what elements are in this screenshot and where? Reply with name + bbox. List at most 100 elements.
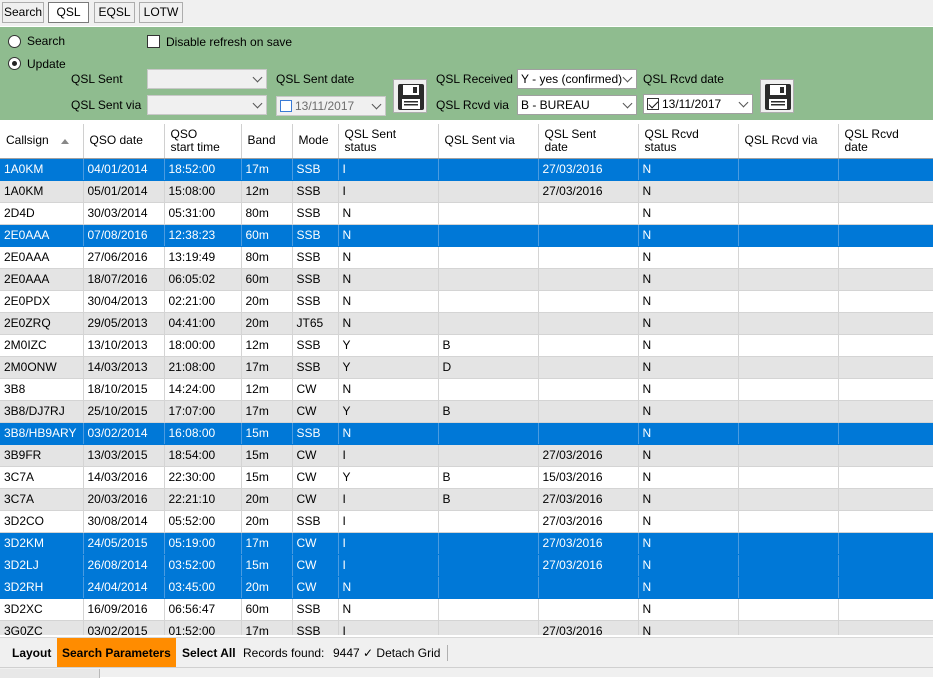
table-cell[interactable]: 27/03/2016: [538, 510, 639, 533]
table-cell[interactable]: 12m: [241, 334, 293, 357]
table-cell[interactable]: 27/03/2016: [538, 444, 639, 467]
table-cell[interactable]: N: [638, 290, 739, 313]
table-cell[interactable]: I: [338, 620, 439, 635]
table-cell[interactable]: 3D2KM: [0, 532, 84, 555]
table-cell[interactable]: N: [638, 620, 739, 635]
column-header-3[interactable]: Band: [241, 124, 293, 159]
table-cell[interactable]: [738, 510, 839, 533]
table-cell[interactable]: 30/04/2013: [83, 290, 165, 313]
table-cell[interactable]: [538, 378, 639, 401]
table-cell[interactable]: N: [338, 202, 439, 225]
table-cell[interactable]: 29/05/2013: [83, 312, 165, 335]
table-cell[interactable]: [738, 246, 839, 269]
table-cell[interactable]: 13/03/2015: [83, 444, 165, 467]
table-cell[interactable]: N: [638, 554, 739, 577]
table-cell[interactable]: N: [638, 466, 739, 489]
table-cell[interactable]: 15/03/2016: [538, 466, 639, 489]
table-cell[interactable]: 30/03/2014: [83, 202, 165, 225]
table-cell[interactable]: N: [338, 290, 439, 313]
table-cell[interactable]: 20m: [241, 312, 293, 335]
table-cell[interactable]: [838, 202, 933, 225]
table-cell[interactable]: 05:52:00: [164, 510, 242, 533]
column-header-10[interactable]: QSL Rcvd date: [838, 124, 933, 159]
search-mode-radio[interactable]: [8, 35, 21, 48]
table-cell[interactable]: 05:19:00: [164, 532, 242, 555]
table-cell[interactable]: 17:07:00: [164, 400, 242, 423]
column-header-4[interactable]: Mode: [292, 124, 339, 159]
table-cell[interactable]: SSB: [292, 202, 339, 225]
table-cell[interactable]: [538, 356, 639, 379]
table-cell[interactable]: I: [338, 444, 439, 467]
table-cell[interactable]: [538, 576, 639, 599]
table-cell[interactable]: 2E0AAA: [0, 268, 84, 291]
table-cell[interactable]: [838, 532, 933, 555]
table-cell[interactable]: B: [438, 334, 539, 357]
table-cell[interactable]: N: [638, 312, 739, 335]
table-cell[interactable]: [738, 576, 839, 599]
tab-search[interactable]: Search: [2, 2, 44, 23]
table-cell[interactable]: [538, 334, 639, 357]
qsl-sent-date-checkbox[interactable]: [280, 99, 292, 112]
table-cell[interactable]: 03:45:00: [164, 576, 242, 599]
table-cell[interactable]: 25/10/2015: [83, 400, 165, 423]
table-cell[interactable]: N: [638, 268, 739, 291]
table-cell[interactable]: 3C7A: [0, 466, 84, 489]
table-cell[interactable]: 12:38:23: [164, 224, 242, 247]
column-header-0[interactable]: Callsign: [0, 124, 84, 159]
table-cell[interactable]: N: [338, 422, 439, 445]
table-cell[interactable]: SSB: [292, 158, 339, 181]
table-cell[interactable]: [438, 224, 539, 247]
table-cell[interactable]: 3B8: [0, 378, 84, 401]
table-cell[interactable]: 27/03/2016: [538, 488, 639, 511]
table-cell[interactable]: [438, 378, 539, 401]
table-cell[interactable]: 1A0KM: [0, 158, 84, 181]
table-cell[interactable]: [838, 576, 933, 599]
table-row[interactable]: 2D4D 30/03/2014 05:31:00 80m SSB N N: [0, 202, 933, 225]
table-cell[interactable]: [838, 290, 933, 313]
table-cell[interactable]: [738, 532, 839, 555]
table-cell[interactable]: SSB: [292, 246, 339, 269]
tab-lotw[interactable]: LOTW: [139, 2, 183, 23]
table-cell[interactable]: [738, 620, 839, 635]
table-cell[interactable]: [838, 598, 933, 621]
table-cell[interactable]: JT65: [292, 312, 339, 335]
table-cell[interactable]: [538, 598, 639, 621]
tab-qsl[interactable]: QSL: [48, 2, 89, 23]
column-header-6[interactable]: QSL Sent via: [438, 124, 539, 159]
table-row[interactable]: 1A0KM 05/01/2014 15:08:00 12m SSB I 27/03/2016…: [0, 180, 933, 203]
table-cell[interactable]: [538, 268, 639, 291]
table-cell[interactable]: [438, 510, 539, 533]
table-cell[interactable]: 27/03/2016: [538, 554, 639, 577]
table-row[interactable]: 3D2RH 24/04/2014 03:45:00 20m CW N N: [0, 576, 933, 599]
table-cell[interactable]: 12m: [241, 378, 293, 401]
table-row[interactable]: 2E0PDX 30/04/2013 02:21:00 20m SSB N N: [0, 290, 933, 313]
table-cell[interactable]: SSB: [292, 620, 339, 635]
qsl-rcvd-date-checkbox[interactable]: [647, 97, 659, 110]
table-cell[interactable]: 20m: [241, 488, 293, 511]
table-cell[interactable]: Y: [338, 356, 439, 379]
table-cell[interactable]: I: [338, 510, 439, 533]
table-cell[interactable]: 17m: [241, 158, 293, 181]
table-cell[interactable]: 3B8/DJ7RJ: [0, 400, 84, 423]
table-cell[interactable]: N: [638, 202, 739, 225]
table-row[interactable]: 3G0ZC 03/02/2015 01:52:00 17m SSB I 27/03/2016…: [0, 620, 933, 635]
save-qsl-rcvd-button[interactable]: [760, 79, 794, 113]
table-cell[interactable]: 15m: [241, 444, 293, 467]
table-cell[interactable]: B: [438, 488, 539, 511]
table-cell[interactable]: 18/10/2015: [83, 378, 165, 401]
table-cell[interactable]: [438, 312, 539, 335]
table-cell[interactable]: [538, 290, 639, 313]
table-cell[interactable]: 18:52:00: [164, 158, 242, 181]
table-cell[interactable]: N: [638, 422, 739, 445]
table-cell[interactable]: N: [638, 532, 739, 555]
table-cell[interactable]: Y: [338, 334, 439, 357]
table-cell[interactable]: CW: [292, 378, 339, 401]
table-cell[interactable]: SSB: [292, 510, 339, 533]
table-cell[interactable]: [838, 378, 933, 401]
table-cell[interactable]: 12m: [241, 180, 293, 203]
table-cell[interactable]: 3D2RH: [0, 576, 84, 599]
table-cell[interactable]: 3B9FR: [0, 444, 84, 467]
table-cell[interactable]: 2D4D: [0, 202, 84, 225]
table-cell[interactable]: N: [338, 246, 439, 269]
table-cell[interactable]: N: [338, 576, 439, 599]
